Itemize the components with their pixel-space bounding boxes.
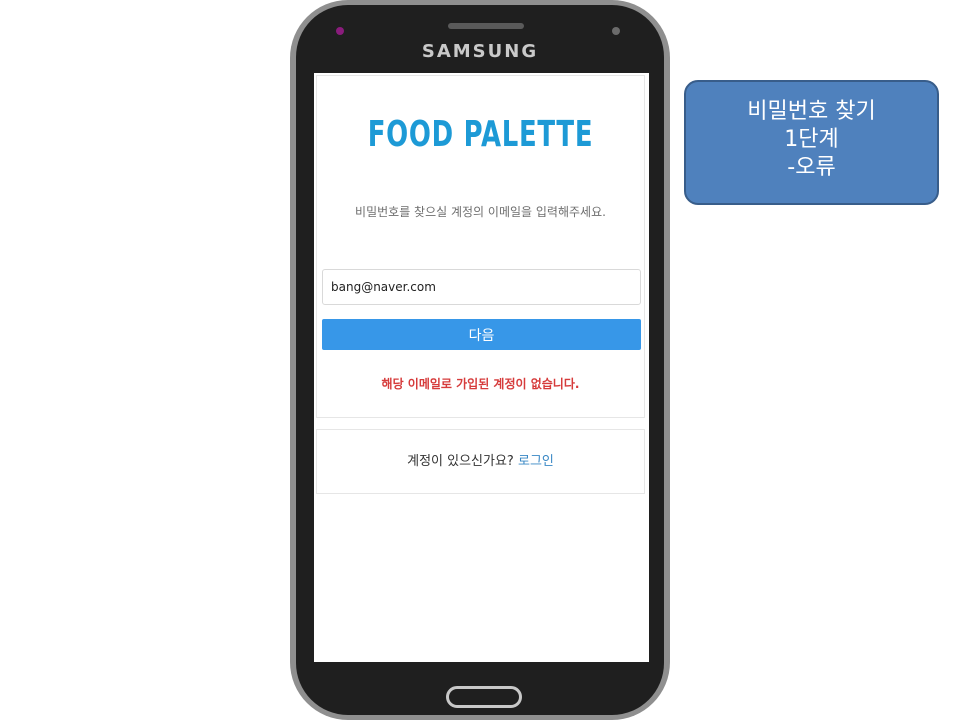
instruction-text: 비밀번호를 찾으실 계정의 이메일을 입력해주세요.	[355, 205, 606, 219]
annotation-box: 비밀번호 찾기 1단계 -오류	[684, 80, 939, 205]
email-field[interactable]	[322, 269, 641, 305]
login-card: 계정이 있으신가요? 로그인	[316, 429, 645, 494]
device-brand-label: SAMSUNG	[421, 41, 539, 62]
proximity-sensor-icon	[612, 27, 620, 35]
front-camera-icon	[336, 27, 344, 35]
home-button[interactable]	[446, 686, 522, 708]
annotation-line-2: 1단계	[784, 127, 839, 152]
stage: SAMSUNG FOOD PALETTE 비밀번호를 찾으실 계정의 이메일을 …	[0, 0, 960, 720]
login-prompt: 계정이 있으신가요?	[407, 454, 514, 469]
login-link[interactable]: 로그인	[518, 454, 554, 469]
next-button[interactable]: 다음	[322, 319, 641, 350]
find-password-card: FOOD PALETTE 비밀번호를 찾으실 계정의 이메일을 입력해주세요. …	[316, 75, 645, 418]
phone-screen: FOOD PALETTE 비밀번호를 찾으실 계정의 이메일을 입력해주세요. …	[314, 73, 649, 662]
annotation-line-3: -오류	[787, 155, 836, 180]
app-logo: FOOD PALETTE	[367, 114, 594, 155]
error-message: 해당 이메일로 가입된 계정이 없습니다.	[381, 377, 580, 391]
earpiece-speaker	[448, 23, 524, 29]
annotation-line-1: 비밀번호 찾기	[747, 99, 876, 124]
